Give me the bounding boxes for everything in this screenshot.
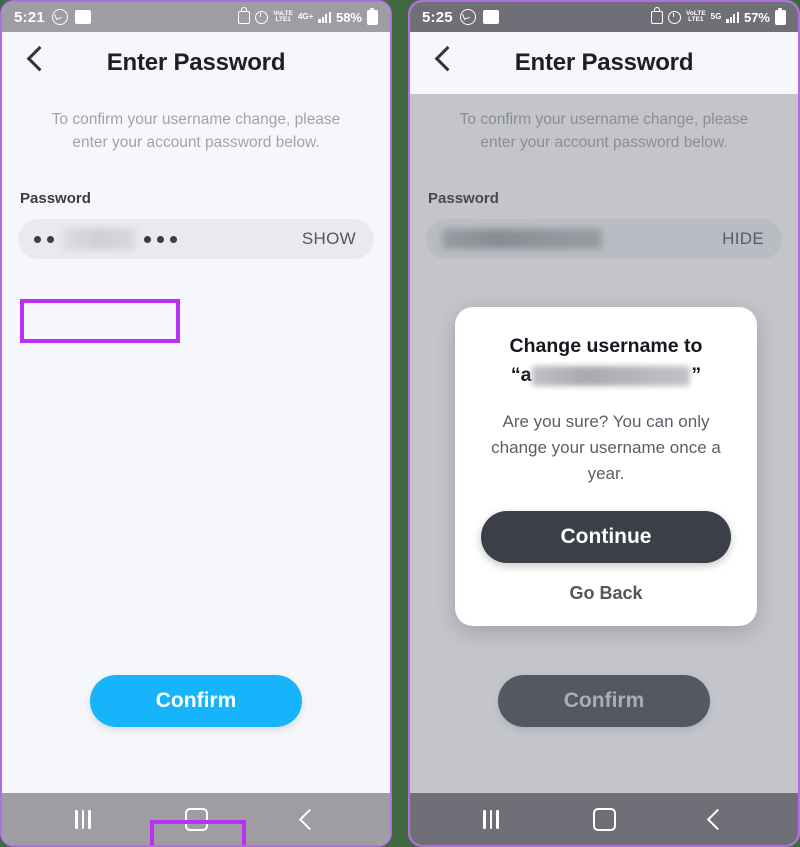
phone-screen-left: 5:21 VoLTE LTE1 4G+ 58% Enter Password T…	[2, 2, 390, 845]
photos-icon	[74, 10, 91, 24]
dialog-title: Change username to	[509, 335, 703, 357]
confirm-button-wrap: Confirm	[2, 675, 390, 727]
network-type-label: 5G	[710, 12, 722, 21]
back-icon[interactable]	[706, 808, 729, 830]
alarm-icon	[255, 10, 269, 24]
back-icon[interactable]	[298, 808, 321, 830]
app-bar-left: Enter Password	[2, 32, 390, 94]
home-icon[interactable]	[184, 807, 208, 831]
password-dot	[34, 235, 41, 243]
battery-icon	[775, 7, 786, 25]
status-bar-right-group: VoLTE LTE1 4G+ 58%	[238, 6, 378, 25]
battery-percent-label: 57%	[743, 9, 770, 25]
password-masked-value	[34, 227, 177, 251]
recents-icon[interactable]	[483, 809, 499, 829]
status-bar-right-group: VoLTE LTE1 5G 57%	[651, 6, 786, 25]
content-right: To confirm your username change, please …	[410, 94, 798, 793]
status-bar-left-group: 5:21	[14, 9, 91, 26]
whatsapp-icon	[51, 9, 68, 25]
battery-icon	[367, 7, 378, 25]
home-icon[interactable]	[592, 807, 616, 831]
alarm-icon	[668, 10, 682, 24]
back-chevron-icon[interactable]	[434, 45, 461, 72]
annotation-rect-password	[20, 299, 180, 343]
password-field-label: Password	[20, 190, 91, 207]
password-input[interactable]: SHOW	[18, 219, 374, 259]
recents-icon[interactable]	[75, 809, 91, 829]
status-bar-left: 5:21 VoLTE LTE1 4G+ 58%	[2, 2, 390, 32]
photos-icon	[482, 10, 499, 24]
status-time: 5:21	[14, 8, 45, 26]
password-visibility-toggle[interactable]: SHOW	[302, 229, 356, 249]
phone-screen-right: 5:25 VoLTE LTE1 5G 57% Enter Password To…	[410, 2, 798, 845]
instruction-text: To confirm your username change, please …	[459, 111, 749, 151]
password-visibility-toggle[interactable]: HIDE	[722, 229, 764, 249]
volte-icon: VoLTE LTE1	[273, 10, 293, 24]
volte-icon: VoLTE LTE1	[686, 10, 706, 24]
back-chevron-icon[interactable]	[26, 45, 53, 72]
dialog-body-text: Are you sure? You can only change your u…	[491, 412, 721, 483]
redaction-blur	[442, 229, 602, 249]
dialog-username-line: “a ”	[477, 362, 735, 389]
battery-percent-label: 58%	[335, 9, 362, 25]
password-dot	[157, 235, 164, 243]
page-title: Enter Password	[106, 49, 286, 76]
app-bar-right: Enter Password	[410, 32, 798, 94]
screenshot-stage: 5:21 VoLTE LTE1 4G+ 58% Enter Password T…	[0, 0, 800, 847]
content-left: To confirm your username change, please …	[2, 94, 390, 845]
password-field-label: Password	[428, 190, 499, 207]
dialog-username-suffix: ”	[691, 364, 702, 386]
signal-bars-icon	[726, 11, 739, 23]
password-input[interactable]: HIDE	[426, 219, 782, 259]
network-type-label: 4G+	[297, 12, 314, 21]
dialog-username-prefix: “a	[510, 364, 532, 386]
redaction-blur	[532, 365, 691, 386]
volte-bottom-label: LTE1	[275, 16, 291, 23]
status-time: 5:25	[422, 8, 453, 26]
network-type-icon: 5G	[711, 13, 722, 21]
lock-icon	[651, 6, 664, 24]
redaction-blur	[63, 228, 135, 250]
network-type-icon: 4G+	[298, 13, 313, 21]
signal-bars-icon	[318, 11, 331, 23]
go-back-link[interactable]: Go Back	[477, 583, 735, 604]
continue-button[interactable]: Continue	[481, 511, 731, 563]
password-dot	[170, 235, 177, 243]
status-bar-left-group: 5:25	[422, 9, 499, 26]
volte-bottom-label: LTE1	[688, 16, 704, 23]
lock-icon	[238, 6, 251, 24]
phone-screenshot-left: 5:21 VoLTE LTE1 4G+ 58% Enter Password T…	[0, 0, 392, 847]
confirm-button-wrap: Confirm	[410, 675, 798, 727]
confirm-button[interactable]: Confirm	[498, 675, 710, 727]
status-bar-right: 5:25 VoLTE LTE1 5G 57%	[410, 2, 798, 32]
instruction-text: To confirm your username change, please …	[51, 111, 341, 151]
page-title: Enter Password	[514, 49, 694, 76]
whatsapp-icon	[459, 9, 476, 25]
password-dot	[144, 235, 151, 243]
password-dot	[47, 235, 54, 243]
change-username-dialog: Change username to “a ” Are you sure? Yo…	[455, 307, 757, 626]
phone-screenshot-right: 5:25 VoLTE LTE1 5G 57% Enter Password To…	[408, 0, 800, 847]
nav-bar-left	[2, 793, 390, 845]
nav-bar-right	[410, 793, 798, 845]
confirm-button[interactable]: Confirm	[90, 675, 302, 727]
